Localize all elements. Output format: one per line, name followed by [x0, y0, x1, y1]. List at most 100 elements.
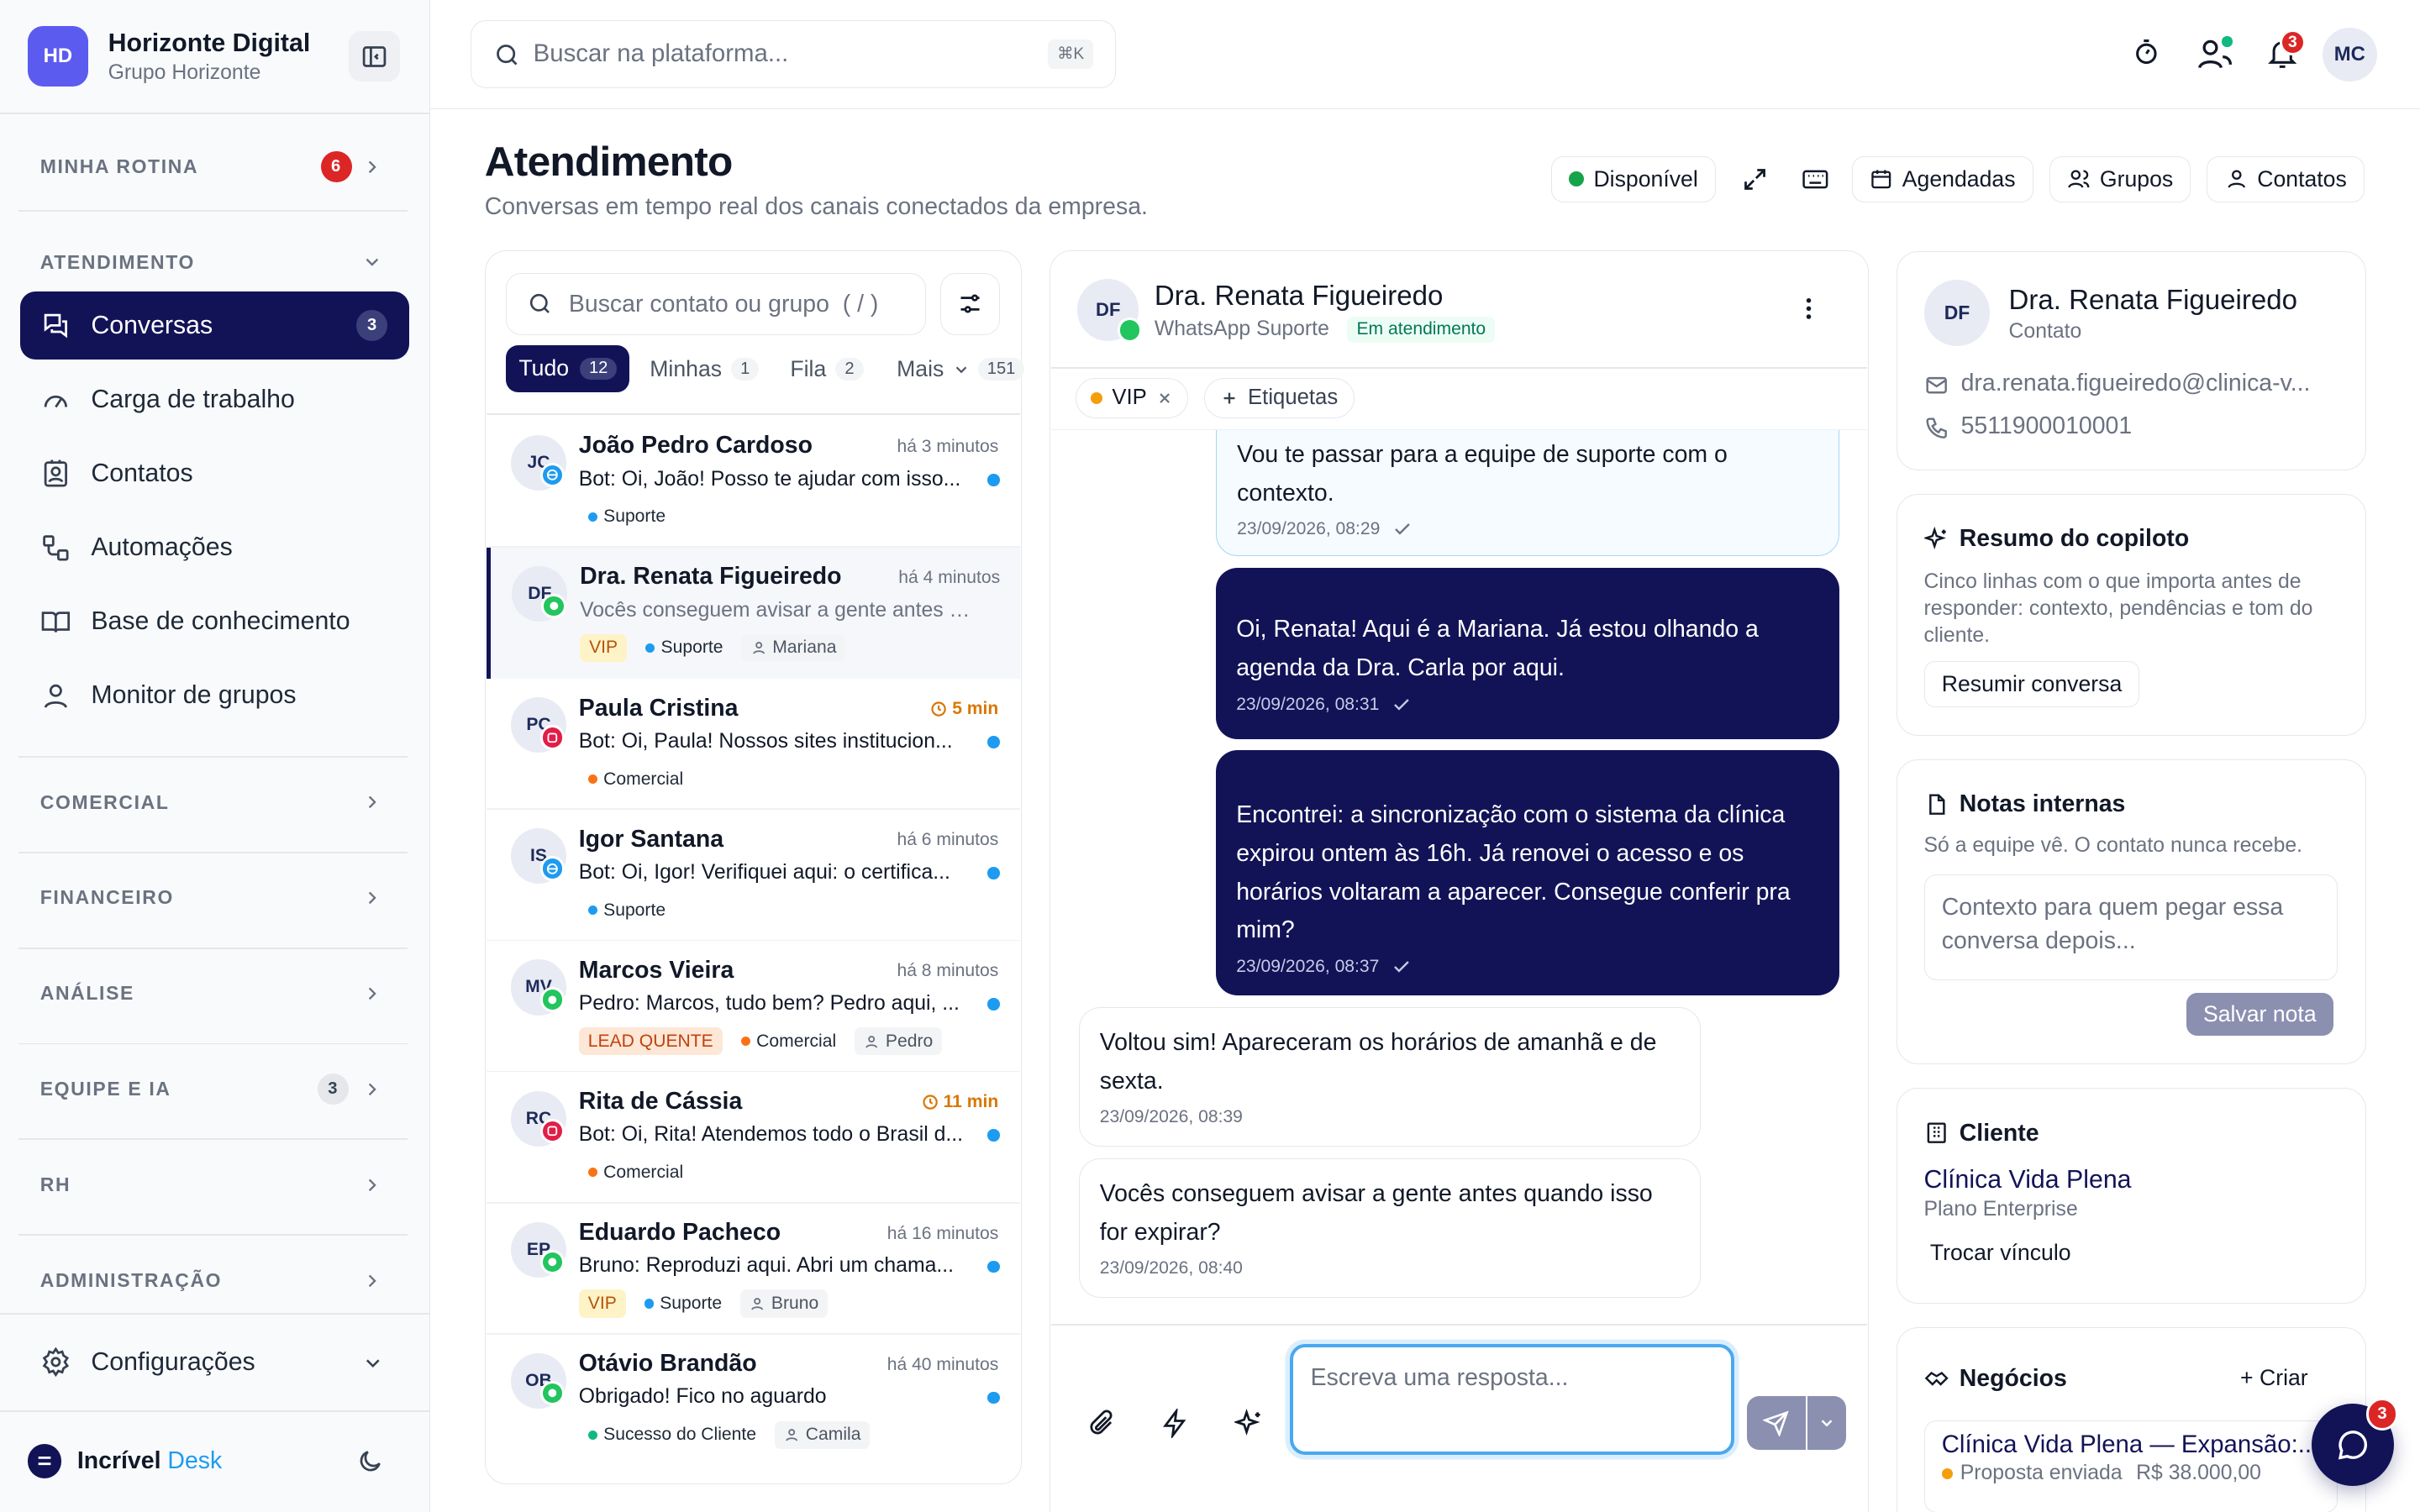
contact-phone[interactable]: 5511900010001 [1961, 412, 2133, 440]
conversation-item[interactable]: IS Igor Santana há 6 minutos Bot: Oi, Ig… [487, 810, 1018, 941]
sidebar-item-conversas[interactable]: Conversas 3 [19, 291, 409, 360]
scheduled-button[interactable]: Agendadas [1852, 155, 2033, 202]
section-administracao[interactable]: ADMINISTRAÇÃO [18, 1250, 411, 1311]
chat-icon [44, 313, 67, 339]
collapse-sidebar-button[interactable] [349, 30, 400, 82]
deal-item[interactable]: Clínica Vida Plena — Expansão:... Propos… [1923, 1420, 2338, 1512]
tag-team: Sucesso do Cliente [579, 1421, 765, 1449]
plus-icon [1223, 392, 1235, 404]
chat-tag-vip[interactable]: VIP [1076, 377, 1188, 418]
deals-card: Negócios + Criar Clínica Vida Plena — Ex… [1897, 1326, 2366, 1512]
add-tag-button[interactable]: Etiquetas [1203, 377, 1355, 418]
change-link-button[interactable]: Trocar vínculo [1930, 1240, 2071, 1266]
client-name[interactable]: Clínica Vida Plena [1924, 1166, 2132, 1194]
availability-label: Disponível [1593, 165, 1698, 192]
sidebar-item-automacoes[interactable]: Automações [20, 514, 409, 582]
sidebar-item-monitor[interactable]: Monitor de grupos [20, 662, 409, 730]
keyboard-shortcuts-button[interactable] [1800, 165, 1831, 193]
conversation-item[interactable]: EP Eduardo Pacheco há 16 minutos Bruno: … [487, 1204, 1018, 1335]
attach-button[interactable] [1086, 1409, 1116, 1438]
quick-replies-button[interactable] [1160, 1408, 1190, 1438]
notifications-badge: 3 [2279, 29, 2306, 56]
section-rh[interactable]: RH [18, 1154, 411, 1215]
section-financeiro[interactable]: FINANCEIRO [18, 867, 411, 928]
summarize-button[interactable]: Resumir conversa [1923, 661, 2140, 708]
chat-status-badge: Em atendimento [1347, 316, 1496, 343]
users-icon [2068, 170, 2090, 188]
sidebar-item-configuracoes[interactable]: Configurações [20, 1328, 409, 1396]
create-deal-button[interactable]: + Criar [2240, 1365, 2308, 1391]
paperclip-icon [1090, 1410, 1113, 1435]
section-label: COMERCIAL [39, 790, 170, 813]
conversation-item[interactable]: OB Otávio Brandão há 40 minutos Obrigado… [487, 1335, 1018, 1466]
notes-input[interactable]: Contexto para quem pegar essa conversa d… [1923, 874, 2338, 981]
message-preview: Bot: Oi, Igor! Verifiquei aqui: o certif… [578, 860, 950, 884]
groups-button[interactable]: Grupos [2049, 155, 2191, 202]
theme-toggle-button[interactable] [356, 1447, 384, 1475]
tag-label: Bruno [771, 1293, 819, 1313]
section-label: ANÁLISE [39, 982, 134, 1005]
timer-button[interactable] [2131, 37, 2162, 68]
sidebar-item-base[interactable]: Base de conhecimento [20, 588, 409, 656]
availability-button[interactable]: Disponível [1550, 155, 1716, 202]
tag-label: Suporte [603, 900, 666, 920]
user-icon [752, 642, 765, 654]
unread-dot [987, 473, 1001, 486]
tag-label: Comercial [603, 1162, 684, 1182]
routine-badge: 6 [321, 150, 352, 182]
section-analise[interactable]: ANÁLISE [18, 963, 411, 1024]
section-comercial[interactable]: COMERCIAL [18, 771, 411, 832]
tab-label: Minhas [650, 356, 723, 382]
workspace-avatar[interactable]: HD [28, 26, 88, 87]
conversation-item[interactable]: RC Rita de Cássia 11 min Bot: Oi, Rita! … [487, 1073, 1018, 1204]
chat-tag-label: VIP [1112, 386, 1147, 410]
message-preview: Bot: Oi, Rita! Atendemos todo o Brasil d… [578, 1123, 964, 1147]
send-options-button[interactable] [1807, 1396, 1846, 1451]
chat-more-button[interactable] [1795, 293, 1823, 324]
ai-assist-button[interactable] [1234, 1408, 1264, 1438]
chat-contact-name[interactable]: Dra. Renata Figueiredo [1155, 281, 1444, 312]
tab-mais[interactable]: Mais 151 [897, 356, 1025, 382]
section-equipe-ia[interactable]: EQUIPE E IA 3 [18, 1058, 411, 1120]
tab-count: 1 [731, 358, 760, 381]
expand-icon [1744, 168, 1765, 190]
conversation-item-selected[interactable]: DF Dra. Renata Figueiredo há 4 minutos V… [486, 548, 1021, 680]
tag-label: Comercial [756, 1031, 837, 1051]
conversation-item[interactable]: JC João Pedro Cardoso há 3 minutos Bot: … [487, 417, 1018, 548]
conversation-item[interactable]: MV Marcos Vieira há 8 minutos Pedro: Mar… [487, 941, 1018, 1072]
contacts-button[interactable]: Contatos [2207, 155, 2365, 202]
contact-name: Marcos Vieira [578, 956, 734, 984]
section-atendimento[interactable]: ATENDIMENTO [18, 232, 411, 293]
team-presence-button[interactable] [2196, 34, 2235, 72]
tab-fila[interactable]: Fila 2 [790, 356, 864, 382]
contact-name: Paula Cristina [578, 694, 739, 722]
tab-tudo[interactable]: Tudo 12 [506, 345, 630, 392]
notifications-button[interactable]: 3 [2265, 29, 2306, 71]
sidebar-item-label: Monitor de grupos [91, 681, 297, 710]
chevron-down-icon [955, 366, 966, 374]
chat-widget-button[interactable]: 3 [2312, 1398, 2399, 1486]
contact-search[interactable]: Buscar contato ou grupo ( / ) [506, 273, 927, 335]
reply-input[interactable]: Escreva uma resposta... [1290, 1343, 1735, 1455]
tag-team: Suporte [636, 634, 732, 662]
sidebar-item-contatos[interactable]: Contatos [20, 439, 409, 507]
section-minha-rotina[interactable]: MINHA ROTINA 6 [18, 136, 411, 197]
contact-email[interactable]: dra.renata.figueiredo@clinica-v... [1961, 370, 2311, 397]
add-tag-label: Etiquetas [1248, 386, 1339, 410]
conversation-item[interactable]: PC Paula Cristina 5 min Bot: Oi, Paula! … [487, 679, 1018, 810]
unread-dot [987, 1391, 1001, 1404]
tag-label: Suporte [603, 507, 666, 527]
close-icon[interactable] [1156, 390, 1173, 407]
user-avatar[interactable]: MC [2323, 28, 2377, 82]
search-icon [530, 294, 550, 314]
global-search[interactable]: Buscar na plataforma... ⌘K [471, 19, 1116, 88]
search-icon [497, 44, 518, 66]
sidebar-item-carga[interactable]: Carga de trabalho [20, 365, 409, 433]
page-title: Atendimento [484, 138, 734, 186]
send-button[interactable] [1747, 1396, 1806, 1451]
message-incoming: Voltou sim! Apareceram os horários de am… [1078, 1007, 1702, 1147]
tab-minhas[interactable]: Minhas 1 [650, 356, 760, 382]
expand-button[interactable] [1741, 165, 1769, 193]
filter-button[interactable] [939, 273, 1001, 335]
save-note-button[interactable]: Salvar nota [2186, 992, 2333, 1037]
